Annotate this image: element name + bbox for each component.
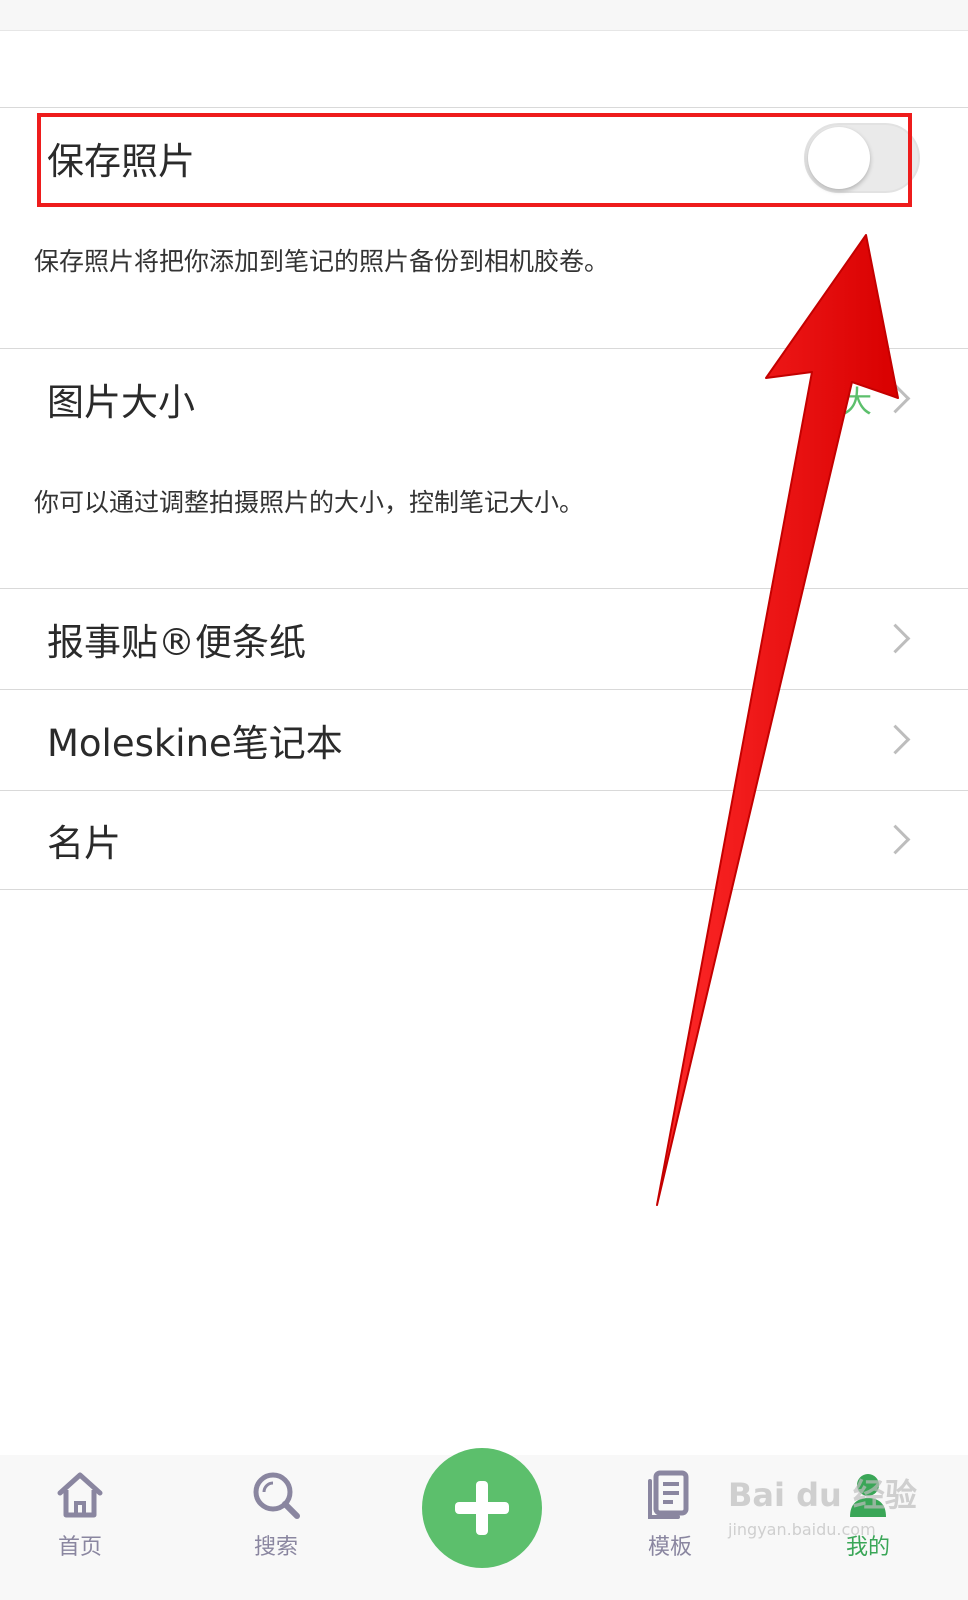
tab-search[interactable]: 搜索 xyxy=(216,1467,336,1561)
template-icon xyxy=(648,1470,689,1519)
save-photos-description: 保存照片将把你添加到笔记的照片备份到相机胶卷。 xyxy=(34,247,610,276)
chevron-right-icon xyxy=(880,824,911,855)
tab-home-label: 首页 xyxy=(57,1535,102,1560)
tab-search-label: 搜索 xyxy=(253,1535,298,1560)
tab-profile-label: 我的 xyxy=(845,1535,890,1560)
add-note-button[interactable] xyxy=(422,1448,542,1568)
image-size-description: 你可以通过调整拍摄照片的大小，控制笔记大小。 xyxy=(34,488,585,517)
moleskine-label: Moleskine笔记本 xyxy=(47,721,343,765)
status-bar-area xyxy=(0,0,968,31)
post-it-label: 报事贴®便条纸 xyxy=(47,620,306,664)
chevron-right-icon xyxy=(880,383,911,413)
profile-icon xyxy=(850,1474,886,1517)
chevron-right-icon xyxy=(880,623,911,653)
image-size-row[interactable]: 图片大小 大 xyxy=(0,348,968,448)
tab-profile[interactable]: 我的 xyxy=(808,1467,928,1561)
save-photos-label: 保存照片 xyxy=(47,139,195,183)
chevron-right-icon xyxy=(880,724,911,754)
post-it-row[interactable]: 报事贴®便条纸 xyxy=(0,588,968,688)
moleskine-row[interactable]: Moleskine笔记本 xyxy=(0,689,968,789)
image-size-value: 大 xyxy=(842,384,872,420)
tab-template-label: 模板 xyxy=(647,1535,692,1560)
toggle-knob xyxy=(808,126,870,189)
search-icon xyxy=(253,1472,300,1519)
home-icon xyxy=(57,1472,103,1518)
tab-home[interactable]: 首页 xyxy=(20,1467,140,1561)
save-photos-toggle[interactable] xyxy=(804,122,920,193)
business-card-label: 名片 xyxy=(47,822,121,865)
save-photos-row[interactable]: 保存照片 xyxy=(0,107,968,207)
tab-template[interactable]: 模板 xyxy=(610,1467,730,1561)
image-size-label: 图片大小 xyxy=(47,380,195,424)
business-card-row[interactable]: 名片 xyxy=(0,790,968,890)
